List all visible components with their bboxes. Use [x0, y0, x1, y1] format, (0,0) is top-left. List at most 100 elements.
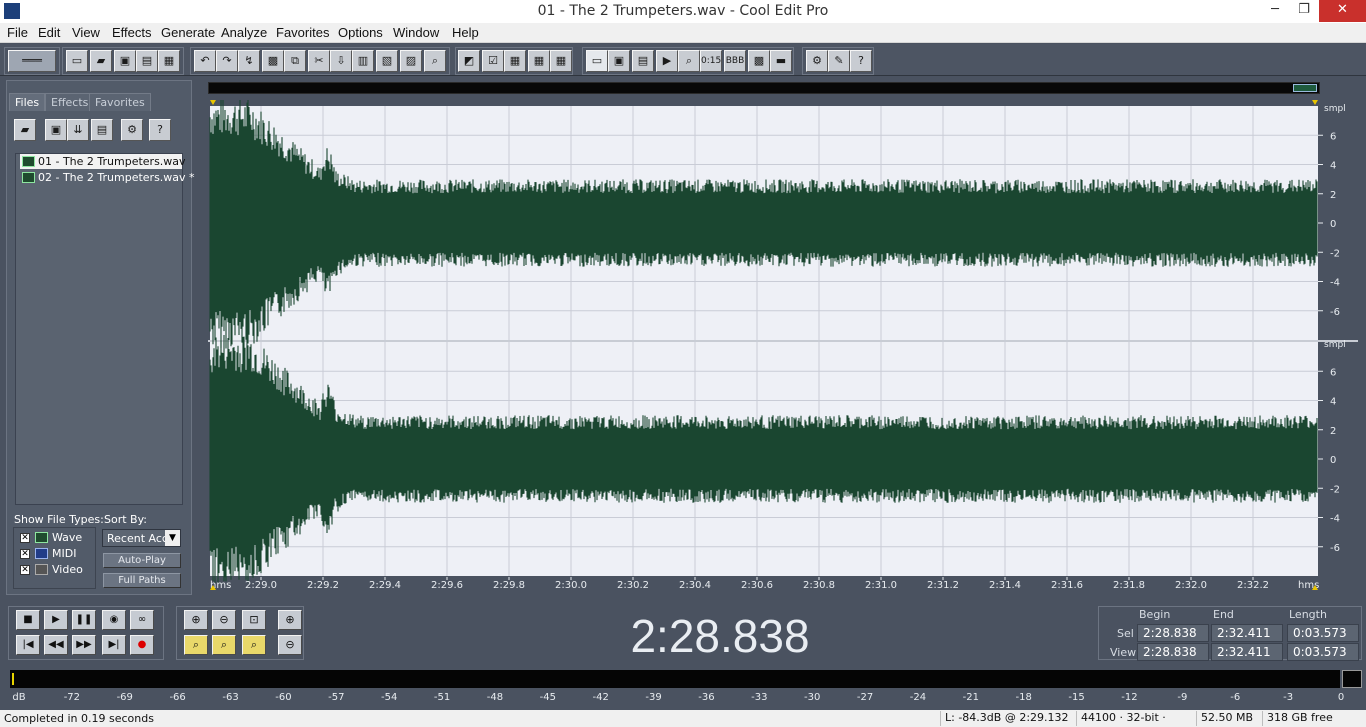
zoom-out-vertical-icon[interactable]: ⊖ — [278, 635, 302, 655]
trim-icon[interactable]: ▨ — [400, 50, 422, 72]
record-button[interactable]: ● — [130, 635, 154, 655]
paste-icon[interactable]: ⇩ — [330, 50, 352, 72]
tab-favorites[interactable]: Favorites — [89, 93, 151, 111]
envelope-icon[interactable]: ◩ — [458, 50, 480, 72]
video-type-label: Video — [52, 563, 83, 576]
play-toolbar-icon[interactable]: ▶ — [656, 50, 678, 72]
meter-tick-label: dB — [12, 692, 25, 703]
scripts-icon[interactable]: ✎ — [828, 50, 850, 72]
y-tick-label: -4 — [1330, 514, 1340, 525]
zoom-out-icon[interactable]: ⊖ — [212, 610, 236, 630]
fast-forward-button[interactable]: ▶▶ — [72, 635, 96, 655]
go-to-start-button[interactable]: |◀ — [16, 635, 40, 655]
cut-icon[interactable]: ✂ — [308, 50, 330, 72]
zoom-left-icon[interactable]: ⌕ — [184, 635, 208, 655]
spectral-view-icon[interactable]: ▭ — [586, 50, 608, 72]
list-item[interactable]: 02 - The 2 Trumpeters.wav * — [20, 170, 195, 185]
maximize-button[interactable]: ❐ — [1289, 0, 1319, 22]
wave-checkbox[interactable]: ✕ — [20, 533, 30, 543]
info-icon[interactable]: ▤ — [632, 50, 654, 72]
menu-effects[interactable]: Effects — [112, 25, 152, 40]
menu-window[interactable]: Window — [393, 25, 439, 40]
save-all-icon[interactable]: ▦ — [158, 50, 180, 72]
settings-icon[interactable]: ⚙ — [806, 50, 828, 72]
sel-end-field[interactable]: 2:32.411 — [1211, 624, 1283, 642]
zoom-toolbar-icon[interactable]: ⌕ — [678, 50, 700, 72]
time-tick-label: 2:29.6 — [431, 580, 463, 591]
video-checkbox[interactable]: ✕ — [20, 565, 30, 575]
zoom-full-icon[interactable]: ⊡ — [242, 610, 266, 630]
sel-length-field[interactable]: 0:03.573 — [1287, 624, 1359, 642]
close-button[interactable]: ✕ — [1319, 0, 1366, 22]
midi-checkbox[interactable]: ✕ — [20, 549, 30, 559]
toggle-view-icon[interactable]: ═══ — [8, 50, 56, 72]
play-to-end-button[interactable]: ◉ — [102, 610, 126, 630]
view-end-field[interactable]: 2:32.411 — [1211, 643, 1283, 661]
cd-view-icon[interactable]: ▦ — [550, 50, 572, 72]
options-icon[interactable]: ⚙ — [121, 119, 143, 141]
play-button[interactable]: ▶ — [44, 610, 68, 630]
bbb-icon[interactable]: BBB — [724, 50, 746, 72]
copy-new-icon[interactable]: ▩ — [262, 50, 284, 72]
levels-icon[interactable]: ▬ — [770, 50, 792, 72]
meter-clip-indicator[interactable] — [1342, 670, 1362, 688]
loop-button[interactable]: ∞ — [130, 610, 154, 630]
menu-help[interactable]: Help — [452, 25, 479, 40]
full-paths-button[interactable]: Full Paths — [103, 573, 181, 588]
menu-analyze[interactable]: Analyze — [221, 25, 267, 40]
new-file-icon[interactable]: ▭ — [66, 50, 88, 72]
view-begin-field[interactable]: 2:28.838 — [1137, 643, 1209, 661]
zoom-in-icon[interactable]: ⊕ — [184, 610, 208, 630]
auto-play-button[interactable]: Auto-Play — [103, 553, 181, 568]
multitrack-icon[interactable]: ▦ — [504, 50, 526, 72]
close-file-icon[interactable]: ▣ — [45, 119, 67, 141]
insert-icon[interactable]: ⇊ — [67, 119, 89, 141]
menu-options[interactable]: Options — [338, 25, 383, 40]
overview-viewport[interactable] — [1293, 84, 1317, 92]
zoom-in-vertical-icon[interactable]: ⊕ — [278, 610, 302, 630]
go-to-end-button[interactable]: ▶| — [102, 635, 126, 655]
edit-file-icon[interactable]: ▤ — [91, 119, 113, 141]
menu-view[interactable]: View — [72, 25, 100, 40]
edit-view-icon[interactable]: ▦ — [528, 50, 550, 72]
overview-bar[interactable] — [208, 82, 1320, 94]
paste-new-icon[interactable]: ▥ — [352, 50, 374, 72]
save-icon[interactable]: ▣ — [114, 50, 136, 72]
mix-paste-icon[interactable]: ▧ — [376, 50, 398, 72]
chevron-down-icon[interactable]: ▼ — [165, 530, 180, 546]
menu-edit[interactable]: Edit — [38, 25, 60, 40]
open-file-icon[interactable]: ▰ — [90, 50, 112, 72]
open-icon[interactable]: ▰ — [14, 119, 36, 141]
time-format-icon[interactable]: 0:15 — [700, 50, 722, 72]
panel-help-icon[interactable]: ? — [149, 119, 171, 141]
menu-favorites[interactable]: Favorites — [276, 25, 329, 40]
view-length-field[interactable]: 0:03.573 — [1287, 643, 1359, 661]
rewind-button[interactable]: ◀◀ — [44, 635, 68, 655]
list-item[interactable]: 01 - The 2 Trumpeters.wav — [20, 154, 186, 169]
repeat-icon[interactable]: ↯ — [238, 50, 260, 72]
save-as-icon[interactable]: ▤ — [136, 50, 158, 72]
pause-button[interactable]: ❚❚ — [72, 610, 96, 630]
tab-effects[interactable]: Effects — [45, 93, 95, 111]
zoom-selection-icon[interactable]: ⌕ — [242, 635, 266, 655]
waveform-display[interactable]: smpl6420-2-4-6smpl6420-2-4-6 hms hms2:29.… — [208, 100, 1358, 595]
undo-icon[interactable]: ↶ — [194, 50, 216, 72]
snap-icon[interactable]: ⌕ — [424, 50, 446, 72]
color-icon[interactable]: ▩ — [748, 50, 770, 72]
menu-file[interactable]: File — [7, 25, 28, 40]
check-icon[interactable]: ☑ — [482, 50, 504, 72]
video-type-icon — [35, 564, 48, 575]
zoom-right-icon[interactable]: ⌕ — [212, 635, 236, 655]
minimize-button[interactable]: ─ — [1260, 0, 1290, 22]
sel-begin-field[interactable]: 2:28.838 — [1137, 624, 1209, 642]
stop-button[interactable]: ■ — [16, 610, 40, 630]
waveform-view-icon[interactable]: ▣ — [608, 50, 630, 72]
sort-select[interactable]: Recent Acc ▼ — [102, 529, 181, 547]
midi-type-label: MIDI — [52, 547, 77, 560]
copy-icon[interactable]: ⧉ — [284, 50, 306, 72]
meter-tick-label: -39 — [645, 692, 661, 703]
menu-generate[interactable]: Generate — [161, 25, 215, 40]
help-icon[interactable]: ? — [850, 50, 872, 72]
redo-icon[interactable]: ↷ — [216, 50, 238, 72]
tab-files[interactable]: Files — [9, 93, 46, 111]
